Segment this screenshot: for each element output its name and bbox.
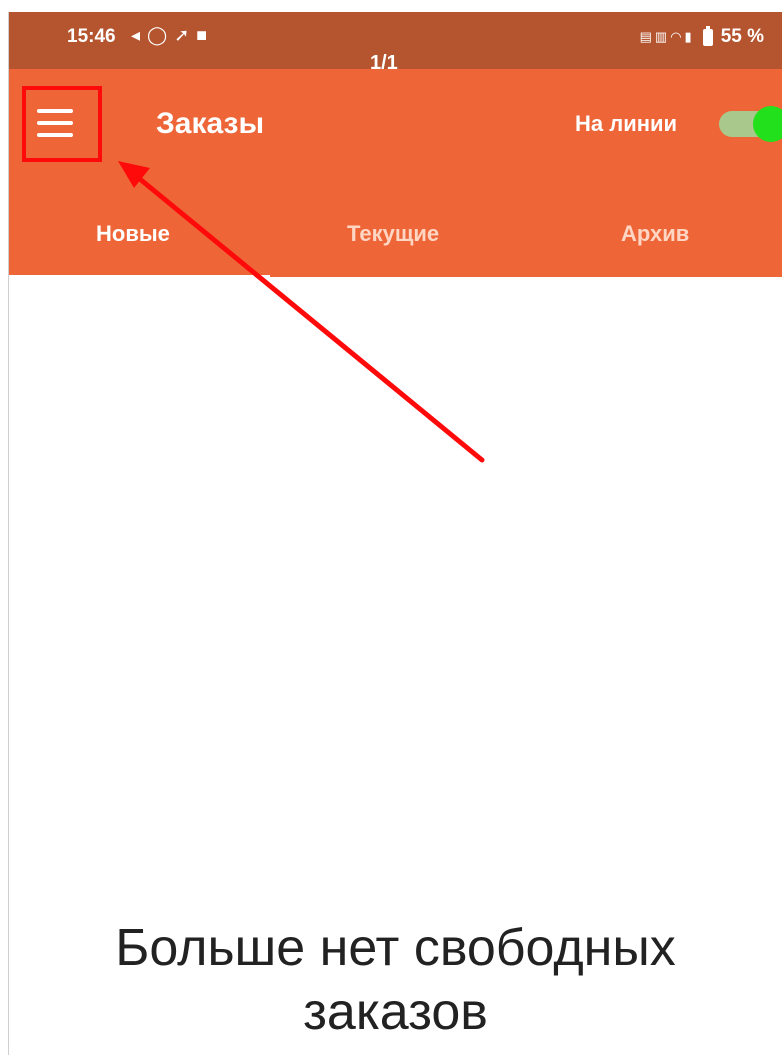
annotation-arrow-icon: [118, 161, 485, 463]
